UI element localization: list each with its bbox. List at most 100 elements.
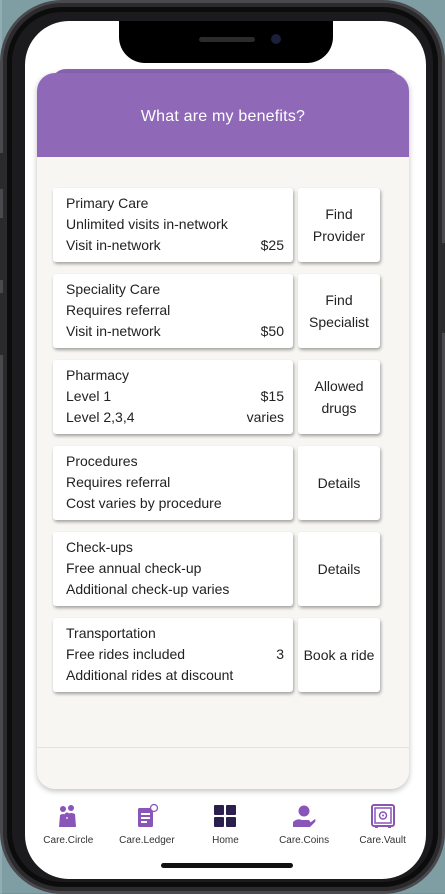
benefit-title: Primary Care (66, 195, 149, 211)
people-icon (55, 803, 81, 829)
home-indicator[interactable] (161, 863, 293, 868)
benefit-action-button[interactable]: Details (298, 446, 380, 520)
benefit-line: Free annual check-up (66, 558, 284, 579)
benefit-title: Transportation (66, 625, 156, 641)
benefit-line: Procedures (66, 451, 284, 472)
benefit-line: Check-ups (66, 537, 284, 558)
benefit-detail: Free annual check-up (66, 560, 202, 576)
benefit-title: Procedures (66, 453, 138, 469)
benefit-detail: Unlimited visits in-network (66, 216, 228, 232)
benefit-info: Pharmacy Level 1 $15 Level 2,3,4 varies (53, 360, 293, 434)
action-label-line: Details (317, 475, 361, 491)
benefit-line: Level 2,3,4 varies (66, 407, 284, 428)
benefit-detail: Free rides included (66, 646, 186, 662)
benefit-line: Visit in-network $25 (66, 235, 284, 256)
benefit-row: Speciality Care Requires referral Visit in… (53, 274, 383, 350)
benefit-detail: Visit in-network (66, 323, 161, 339)
benefit-action-button[interactable]: Allowed drugs (298, 360, 380, 434)
benefit-action-label: Find Provider (313, 203, 365, 247)
benefits-card: What are my benefits? Primary Care Unlimi… (37, 73, 409, 789)
benefit-line: Free rides included 3 (66, 644, 284, 665)
benefit-action-label: Details (318, 558, 361, 580)
tab-label: Home (212, 835, 239, 846)
benefit-line: Requires referral (66, 300, 284, 321)
benefit-info: Check-ups Free annual check-up Additional … (53, 532, 293, 606)
tab-care-ledger[interactable]: Care.Ledger (111, 803, 183, 846)
benefit-detail: Requires referral (66, 302, 171, 318)
benefit-info: Procedures Requires referral Cost varies b… (53, 446, 293, 520)
benefit-info: Speciality Care Requires referral Visit in… (53, 274, 293, 348)
benefit-action-label: Allowed drugs (314, 375, 363, 419)
action-label-line: Book a ride (303, 647, 375, 663)
benefit-line: Primary Care (66, 193, 284, 214)
benefit-line: Additional check-up varies (66, 579, 284, 600)
benefit-detail: Cost varies by procedure (66, 495, 222, 511)
tab-care-coins[interactable]: Care.Coins (268, 803, 340, 846)
coins-hand-icon (291, 803, 317, 829)
action-label-line: Allowed (314, 378, 364, 394)
tab-care-vault[interactable]: Care.Vault (347, 803, 419, 846)
benefit-row: Pharmacy Level 1 $15 Level 2,3,4 varies Allow… (53, 360, 383, 436)
tab-label: Care.Ledger (119, 835, 175, 846)
notch (119, 21, 333, 63)
action-label-line: Specialist (309, 314, 369, 330)
benefit-action-label: Book a ride (304, 644, 375, 666)
tab-label: Care.Circle (43, 835, 94, 846)
benefit-action-button[interactable]: Find Provider (298, 188, 380, 262)
mute-switch (0, 153, 5, 189)
front-camera (271, 34, 281, 44)
benefit-title: Speciality Care (66, 281, 161, 297)
benefit-line: Speciality Care (66, 279, 284, 300)
vault-icon (370, 803, 396, 829)
volume-down-button (0, 293, 5, 355)
benefit-detail: Level 1 (66, 388, 112, 404)
action-label-line: drugs (321, 400, 357, 416)
tab-bar: Care.Circle Care.Ledger Home Care.Coins Care… (25, 797, 426, 857)
benefit-title: Check-ups (66, 539, 133, 555)
benefit-line: Level 1 $15 (66, 386, 284, 407)
benefit-line: Transportation (66, 623, 284, 644)
benefit-row: Procedures Requires referral Cost varies b… (53, 446, 383, 522)
benefit-action-button[interactable]: Find Specialist (298, 274, 380, 348)
benefit-info: Transportation Free rides included 3 Additi… (53, 618, 293, 692)
benefit-list: Primary Care Unlimited visits in-network V… (53, 188, 383, 704)
benefit-line: Requires referral (66, 472, 284, 493)
benefit-value: $15 (260, 388, 284, 404)
benefit-line: Additional rides at discount (66, 665, 284, 686)
speaker (199, 37, 255, 42)
page-title: What are my benefits? (140, 108, 306, 125)
benefit-value: 3 (276, 646, 284, 662)
benefit-action-button[interactable]: Details (298, 532, 380, 606)
benefit-value: varies (246, 409, 284, 425)
benefit-line: Cost varies by procedure (66, 493, 284, 514)
action-label-line: Find (325, 292, 353, 308)
benefit-detail: Level 2,3,4 (66, 409, 135, 425)
benefit-row: Check-ups Free annual check-up Additional … (53, 532, 383, 608)
benefit-title: Pharmacy (66, 367, 130, 383)
tab-home[interactable]: Home (189, 803, 261, 846)
benefit-line: Pharmacy (66, 365, 284, 386)
tab-care-circle[interactable]: Care.Circle (32, 803, 104, 846)
action-label-line: Find (325, 206, 353, 222)
phone-frame: What are my benefits? Primary Care Unlimi… (0, 0, 445, 894)
benefit-info: Primary Care Unlimited visits in-network V… (53, 188, 293, 262)
benefit-line: Unlimited visits in-network (66, 214, 284, 235)
benefit-value: $25 (260, 237, 284, 253)
tab-label: Care.Vault (359, 835, 406, 846)
benefit-line: Visit in-network $50 (66, 321, 284, 342)
card-footer (37, 747, 409, 789)
benefit-action-button[interactable]: Book a ride (298, 618, 380, 692)
benefit-row: Transportation Free rides included 3 Additi… (53, 618, 383, 694)
benefit-action-label: Details (318, 472, 361, 494)
volume-up-button (0, 218, 5, 280)
benefit-row: Primary Care Unlimited visits in-network V… (53, 188, 383, 264)
benefits-header: What are my benefits? (37, 73, 409, 157)
home-grid-icon (212, 803, 238, 829)
ledger-icon (134, 803, 160, 829)
action-label-line: Provider (312, 228, 366, 244)
screen: What are my benefits? Primary Care Unlimi… (25, 21, 426, 879)
action-label-line: Details (317, 561, 361, 577)
benefit-detail: Requires referral (66, 474, 171, 490)
benefit-detail: Visit in-network (66, 237, 161, 253)
tab-label: Care.Coins (279, 835, 330, 846)
